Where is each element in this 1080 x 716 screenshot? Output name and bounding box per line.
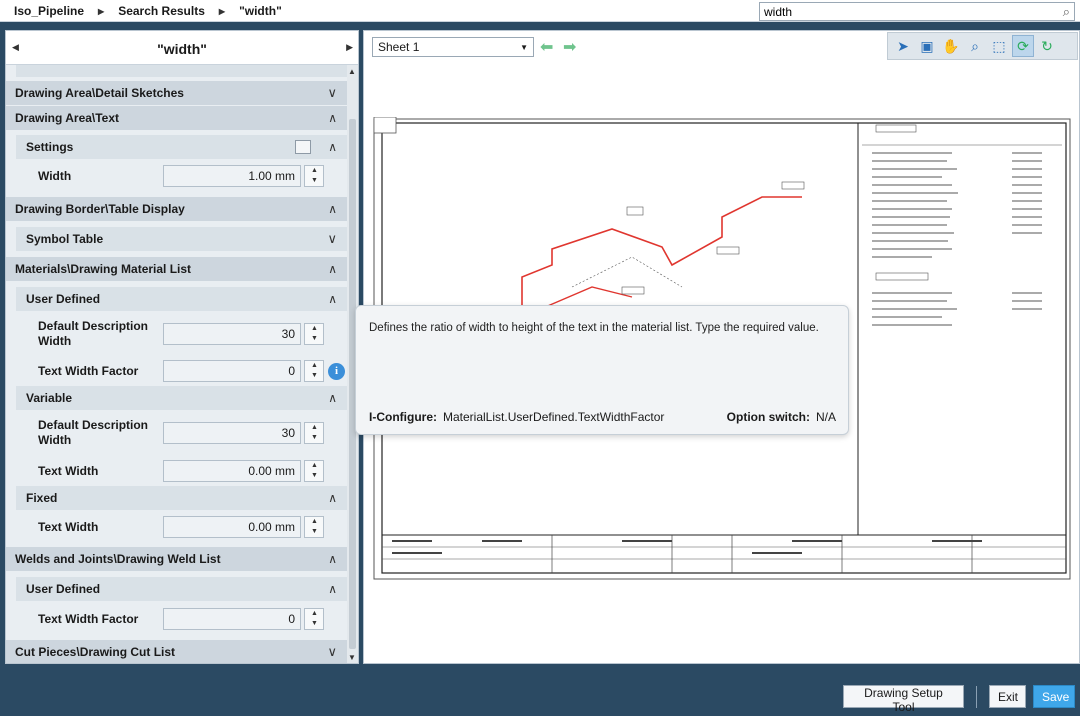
search-input[interactable]: [760, 3, 1040, 20]
settings-list: Drawing Area\Detail Sketches ∨ Drawing A…: [6, 65, 347, 663]
property-default-description-width: Default Description Width 30 ▲ ▼: [6, 317, 347, 351]
previous-sheet-icon[interactable]: ⬅: [540, 37, 553, 57]
footer-bar: Drawing Setup Tool Exit Save: [0, 672, 1080, 716]
subsection-user-defined-welds[interactable]: User Defined ∧: [16, 577, 347, 601]
tooltip-description: Defines the ratio of width to height of …: [369, 322, 819, 334]
dropdown-arrow-icon[interactable]: ▼: [520, 43, 528, 52]
property-default-description-width-variable: Default Description Width 30 ▲ ▼: [6, 416, 347, 450]
search-box[interactable]: ⌕: [759, 2, 1075, 21]
chevron-up-icon[interactable]: ∧: [328, 140, 337, 154]
chevron-up-icon[interactable]: ∧: [328, 262, 337, 276]
variable-text-width-stepper[interactable]: ▲ ▼: [304, 460, 324, 482]
tooltip-configure: I-Configure: MaterialList.UserDefined.Tex…: [369, 410, 665, 424]
section-cut-pieces[interactable]: Cut Pieces\Drawing Cut List ∨: [6, 640, 347, 663]
section-drawing-area-detail-sketches[interactable]: Drawing Area\Detail Sketches ∨: [6, 81, 347, 105]
partial-row: [16, 65, 347, 77]
refresh-icon[interactable]: ⟳: [1012, 35, 1034, 57]
drawing-setup-tool-button[interactable]: Drawing Setup Tool: [843, 685, 964, 714]
chevron-down-icon[interactable]: ∨: [327, 231, 337, 247]
subsection-settings[interactable]: Settings ∧: [16, 135, 347, 159]
search-icon[interactable]: ⌕: [1063, 4, 1070, 20]
chevron-up-icon[interactable]: ∧: [328, 202, 337, 216]
breadcrumb-item-search-results[interactable]: Search Results: [118, 4, 205, 18]
breadcrumb-bar: Iso_Pipeline ▶ Search Results ▶ "width" …: [0, 0, 1080, 22]
section-materials-drawing-material-list[interactable]: Materials\Drawing Material List ∧: [6, 257, 347, 281]
subsection-user-defined[interactable]: User Defined ∧: [16, 287, 347, 311]
pan-icon[interactable]: ✋: [940, 35, 962, 57]
scroll-up-icon[interactable]: ▲: [348, 67, 356, 76]
section-drawing-border-table-display[interactable]: Drawing Border\Table Display ∧: [6, 197, 347, 221]
scroll-down-icon[interactable]: ▼: [348, 653, 356, 662]
save-button[interactable]: Save: [1033, 685, 1075, 708]
sheet-select[interactable]: Sheet 1 ▼: [372, 37, 534, 57]
section-welds-and-joints[interactable]: Welds and Joints\Drawing Weld List ∧: [6, 547, 347, 571]
chevron-down-icon[interactable]: ∨: [327, 644, 337, 660]
subsection-symbol-table[interactable]: Symbol Table ∨: [16, 227, 347, 251]
text-width-factor-stepper[interactable]: ▲ ▼: [304, 360, 324, 382]
variable-description-width-field[interactable]: 30: [163, 422, 301, 444]
footer-divider: [976, 686, 977, 708]
chevron-right-icon: ▶: [218, 6, 226, 16]
variable-description-width-stepper[interactable]: ▲ ▼: [304, 422, 324, 444]
panel-title: "width": [157, 41, 207, 57]
view-toolbar: ➤ ▣ ✋ ⌕ ⬚ ⟳ ↻: [887, 32, 1078, 60]
chevron-up-icon[interactable]: ∧: [328, 391, 337, 405]
property-text-width-fixed: Text Width 0.00 mm ▲ ▼: [6, 512, 347, 542]
exit-button[interactable]: Exit: [989, 685, 1026, 708]
text-width-factor-field[interactable]: 0: [163, 360, 301, 382]
weld-text-width-factor-stepper[interactable]: ▲ ▼: [304, 608, 324, 630]
zoom-window-icon[interactable]: ⬚: [988, 35, 1010, 57]
default-description-width-stepper[interactable]: ▲ ▼: [304, 323, 324, 345]
settings-options-icon[interactable]: [295, 140, 311, 154]
collapse-left-icon[interactable]: ◀: [12, 42, 19, 53]
panel-header: ◀ "width" ▶: [6, 31, 358, 65]
property-width: Width 1.00 mm ▲ ▼: [6, 161, 347, 191]
chevron-up-icon[interactable]: ∧: [328, 582, 337, 596]
property-text-width-factor-welds: Text Width Factor 0 ▲ ▼: [6, 604, 347, 634]
zoom-extents-icon[interactable]: ▣: [916, 35, 938, 57]
expand-right-icon[interactable]: ▶: [346, 42, 353, 53]
next-sheet-icon[interactable]: ➡: [563, 37, 576, 57]
tooltip-option-switch: Option switch: N/A: [726, 410, 836, 424]
subsection-fixed[interactable]: Fixed ∧: [16, 486, 347, 510]
property-text-width-factor: Text Width Factor 0 ▲ ▼ i: [6, 356, 347, 386]
pointer-icon[interactable]: ➤: [892, 35, 914, 57]
fixed-text-width-field[interactable]: 0.00 mm: [163, 516, 301, 538]
chevron-up-icon[interactable]: ∧: [328, 111, 337, 125]
chevron-up-icon[interactable]: ∧: [328, 491, 337, 505]
width-stepper[interactable]: ▲ ▼: [304, 165, 324, 187]
fixed-text-width-stepper[interactable]: ▲ ▼: [304, 516, 324, 538]
help-tooltip: Defines the ratio of width to height of …: [355, 305, 849, 435]
width-field[interactable]: 1.00 mm: [163, 165, 301, 187]
variable-text-width-field[interactable]: 0.00 mm: [163, 460, 301, 482]
subsection-variable[interactable]: Variable ∧: [16, 386, 347, 410]
zoom-icon[interactable]: ⌕: [964, 35, 986, 57]
breadcrumb-item-query[interactable]: "width": [239, 4, 282, 18]
breadcrumb-item-project[interactable]: Iso_Pipeline: [14, 4, 84, 18]
weld-text-width-factor-field[interactable]: 0: [163, 608, 301, 630]
property-text-width-variable: Text Width 0.00 mm ▲ ▼: [6, 456, 347, 486]
rotate-icon[interactable]: ↻: [1036, 35, 1058, 57]
settings-panel: ◀ "width" ▶ Drawing Area\Detail Sketches…: [5, 30, 359, 664]
default-description-width-field[interactable]: 30: [163, 323, 301, 345]
chevron-right-icon: ▶: [98, 6, 105, 16]
chevron-up-icon[interactable]: ∧: [328, 292, 337, 306]
section-drawing-area-text[interactable]: Drawing Area\Text ∧: [6, 106, 347, 130]
chevron-down-icon[interactable]: ∨: [327, 85, 337, 101]
breadcrumb: Iso_Pipeline ▶ Search Results ▶ "width": [14, 4, 282, 18]
chevron-up-icon[interactable]: ∧: [328, 552, 337, 566]
info-icon[interactable]: i: [328, 362, 345, 380]
